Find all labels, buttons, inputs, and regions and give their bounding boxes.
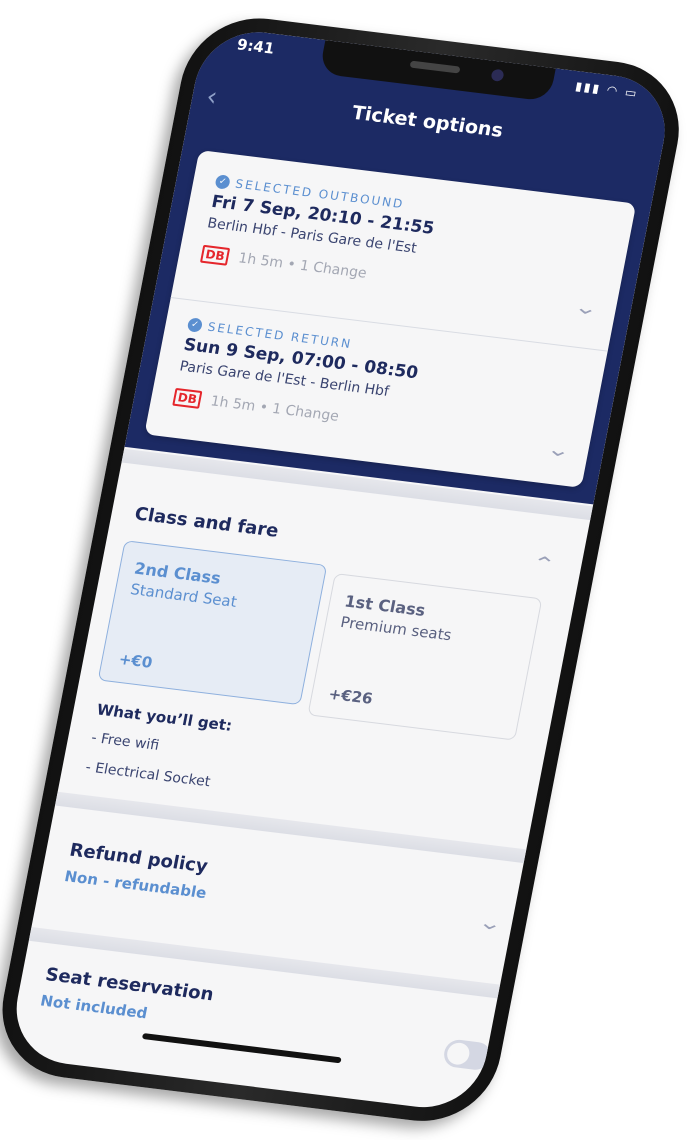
- chevron-down-icon[interactable]: ⌄: [572, 297, 600, 321]
- outbound-meta: 1h 5m • 1 Change: [236, 250, 369, 282]
- chevron-down-icon[interactable]: ⌄: [476, 912, 504, 936]
- return-meta: 1h 5m • 1 Change: [209, 393, 341, 425]
- chevron-down-icon[interactable]: ⌄: [544, 439, 572, 463]
- db-logo-icon: DB: [172, 387, 203, 409]
- class-fare-title: Class and fare: [132, 503, 281, 542]
- phone-mockup: 9:41 ▮▮▮ ◠ ▭ ‹ Ticket options ✓ SELECTED …: [0, 10, 692, 1130]
- camera: [490, 68, 505, 82]
- benefit-item: - Electrical Socket: [84, 759, 212, 791]
- return-leg[interactable]: ✓ SELECTED RETURN Sun 9 Sep, 07:00 - 08:5…: [150, 315, 604, 457]
- battery-icon: ▭: [623, 85, 640, 101]
- screen: 9:41 ▮▮▮ ◠ ▭ ‹ Ticket options ✓ SELECTED …: [6, 25, 675, 1114]
- speaker: [409, 60, 461, 74]
- fare-price: +€0: [117, 650, 154, 672]
- signal-icon: ▮▮▮: [574, 78, 603, 96]
- benefits-title: What you’ll get:: [95, 700, 234, 735]
- db-logo-icon: DB: [199, 244, 231, 266]
- seat-reservation-toggle[interactable]: [441, 1038, 493, 1072]
- chevron-up-icon[interactable]: ⌃: [530, 552, 558, 576]
- benefit-item: - Free wifi: [90, 729, 161, 754]
- seat-value: Not included: [38, 991, 149, 1023]
- fare-price: +€26: [327, 684, 375, 708]
- wifi-icon: ◠: [605, 82, 621, 99]
- check-circle-icon: ✓: [214, 174, 231, 190]
- journey-card: ✓ SELECTED OUTBOUND Fri 7 Sep, 20:10 - 21…: [144, 150, 637, 488]
- fare-option-2nd-class[interactable]: 2nd Class Standard Seat +€0: [97, 540, 328, 706]
- home-indicator: [141, 1033, 342, 1064]
- check-circle-icon: ✓: [186, 317, 204, 333]
- fare-option-1st-class[interactable]: 1st Class Premium seats +€26: [307, 573, 543, 741]
